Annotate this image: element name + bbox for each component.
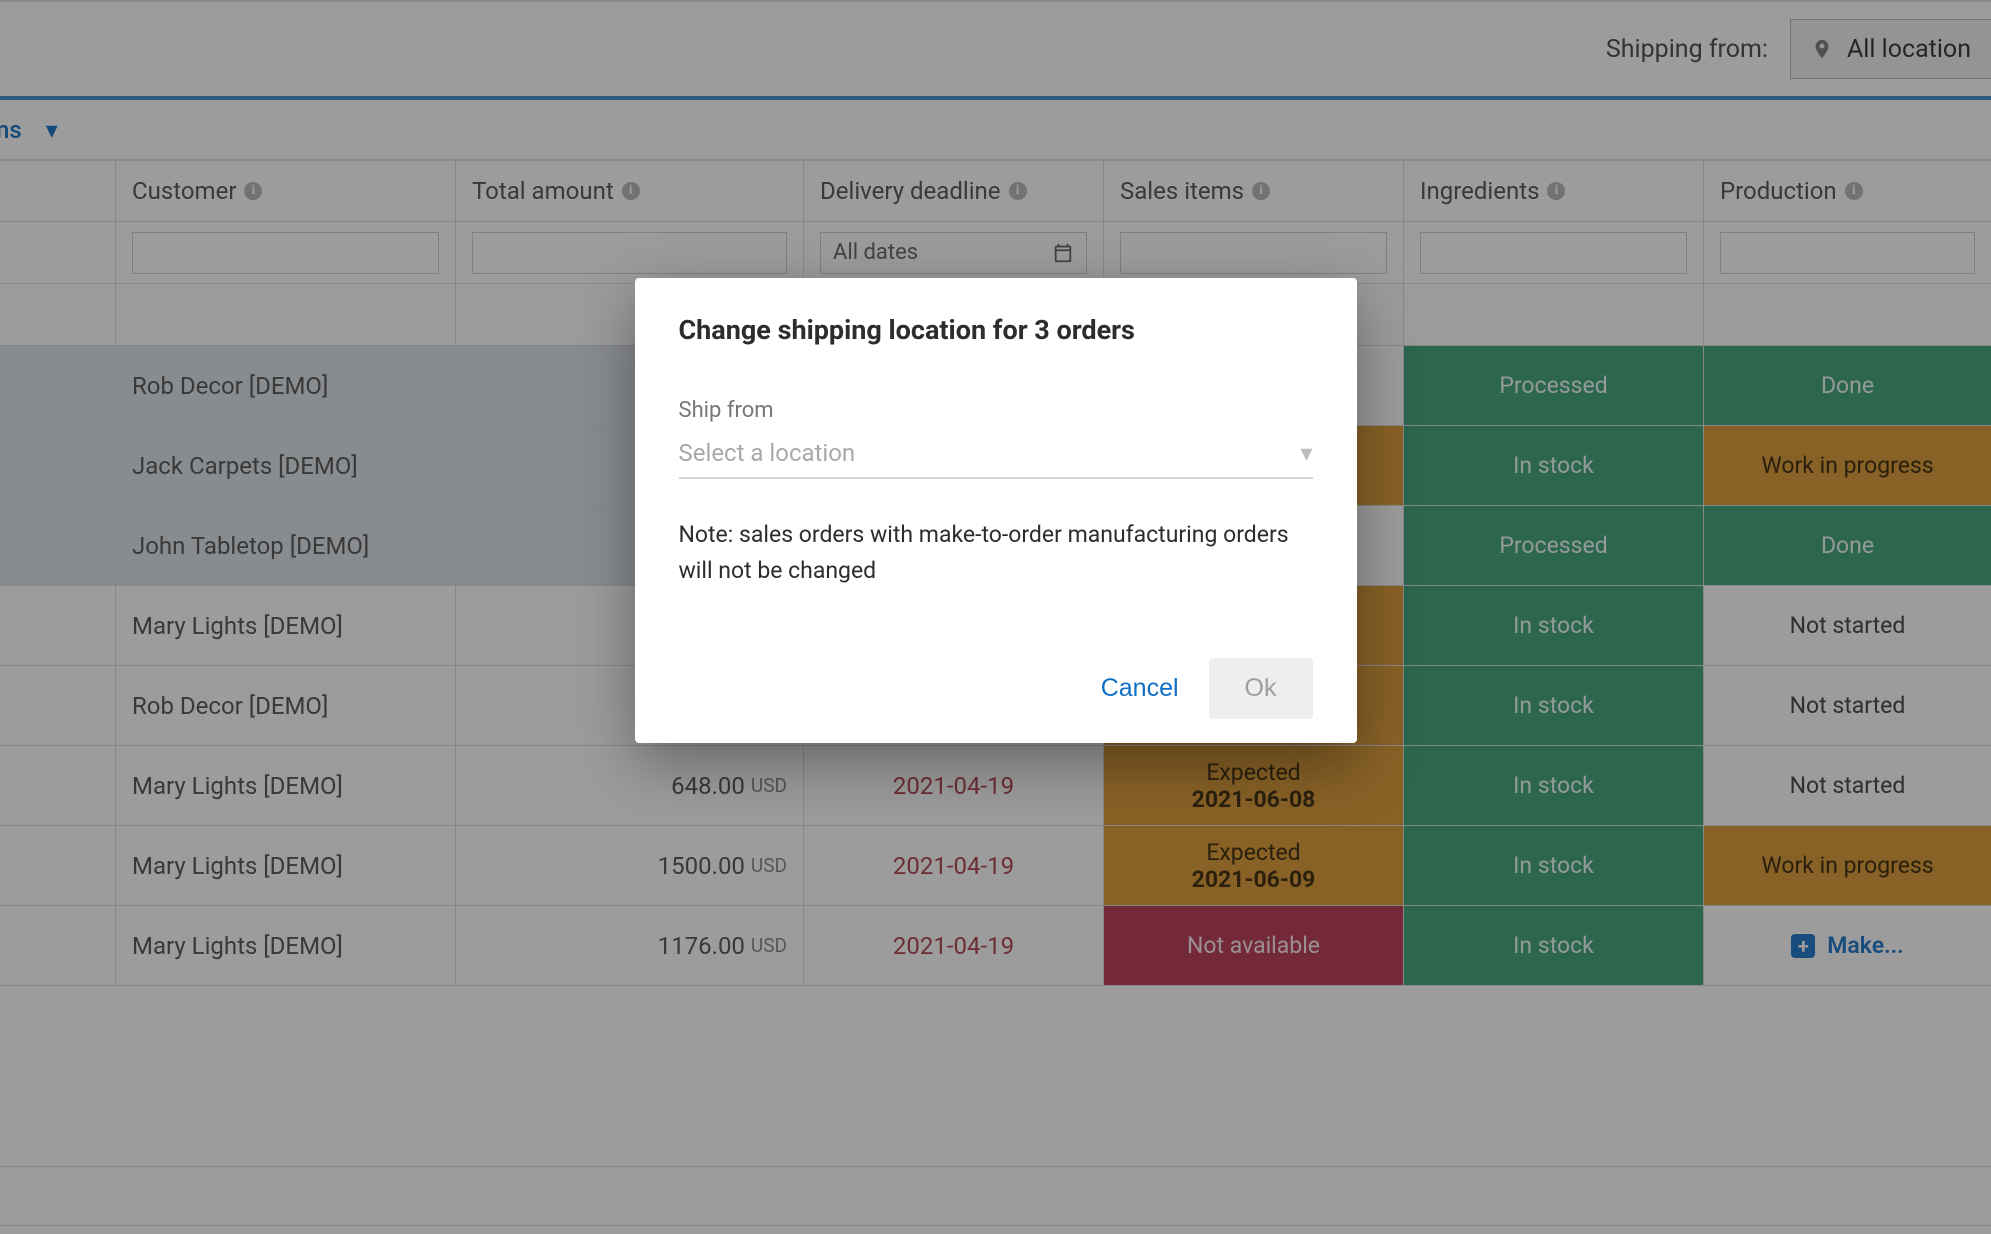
chevron-down-icon: ▾ — [1300, 439, 1312, 467]
modal-note: Note: sales orders with make-to-order ma… — [679, 517, 1313, 588]
app-root: Shipping from: All location ns ▾ Custome… — [0, 0, 1991, 1234]
modal-overlay[interactable]: Change shipping location for 3 orders Sh… — [0, 0, 1991, 1234]
modal-title: Change shipping location for 3 orders — [679, 314, 1313, 346]
modal-actions: Cancel Ok — [679, 658, 1313, 719]
ship-from-label: Ship from — [679, 398, 1313, 423]
ok-button[interactable]: Ok — [1209, 658, 1313, 719]
ship-from-select[interactable]: Select a location ▾ — [679, 429, 1313, 479]
change-shipping-modal: Change shipping location for 3 orders Sh… — [635, 278, 1357, 743]
ship-from-placeholder: Select a location — [679, 439, 856, 467]
cancel-button[interactable]: Cancel — [1101, 674, 1179, 703]
